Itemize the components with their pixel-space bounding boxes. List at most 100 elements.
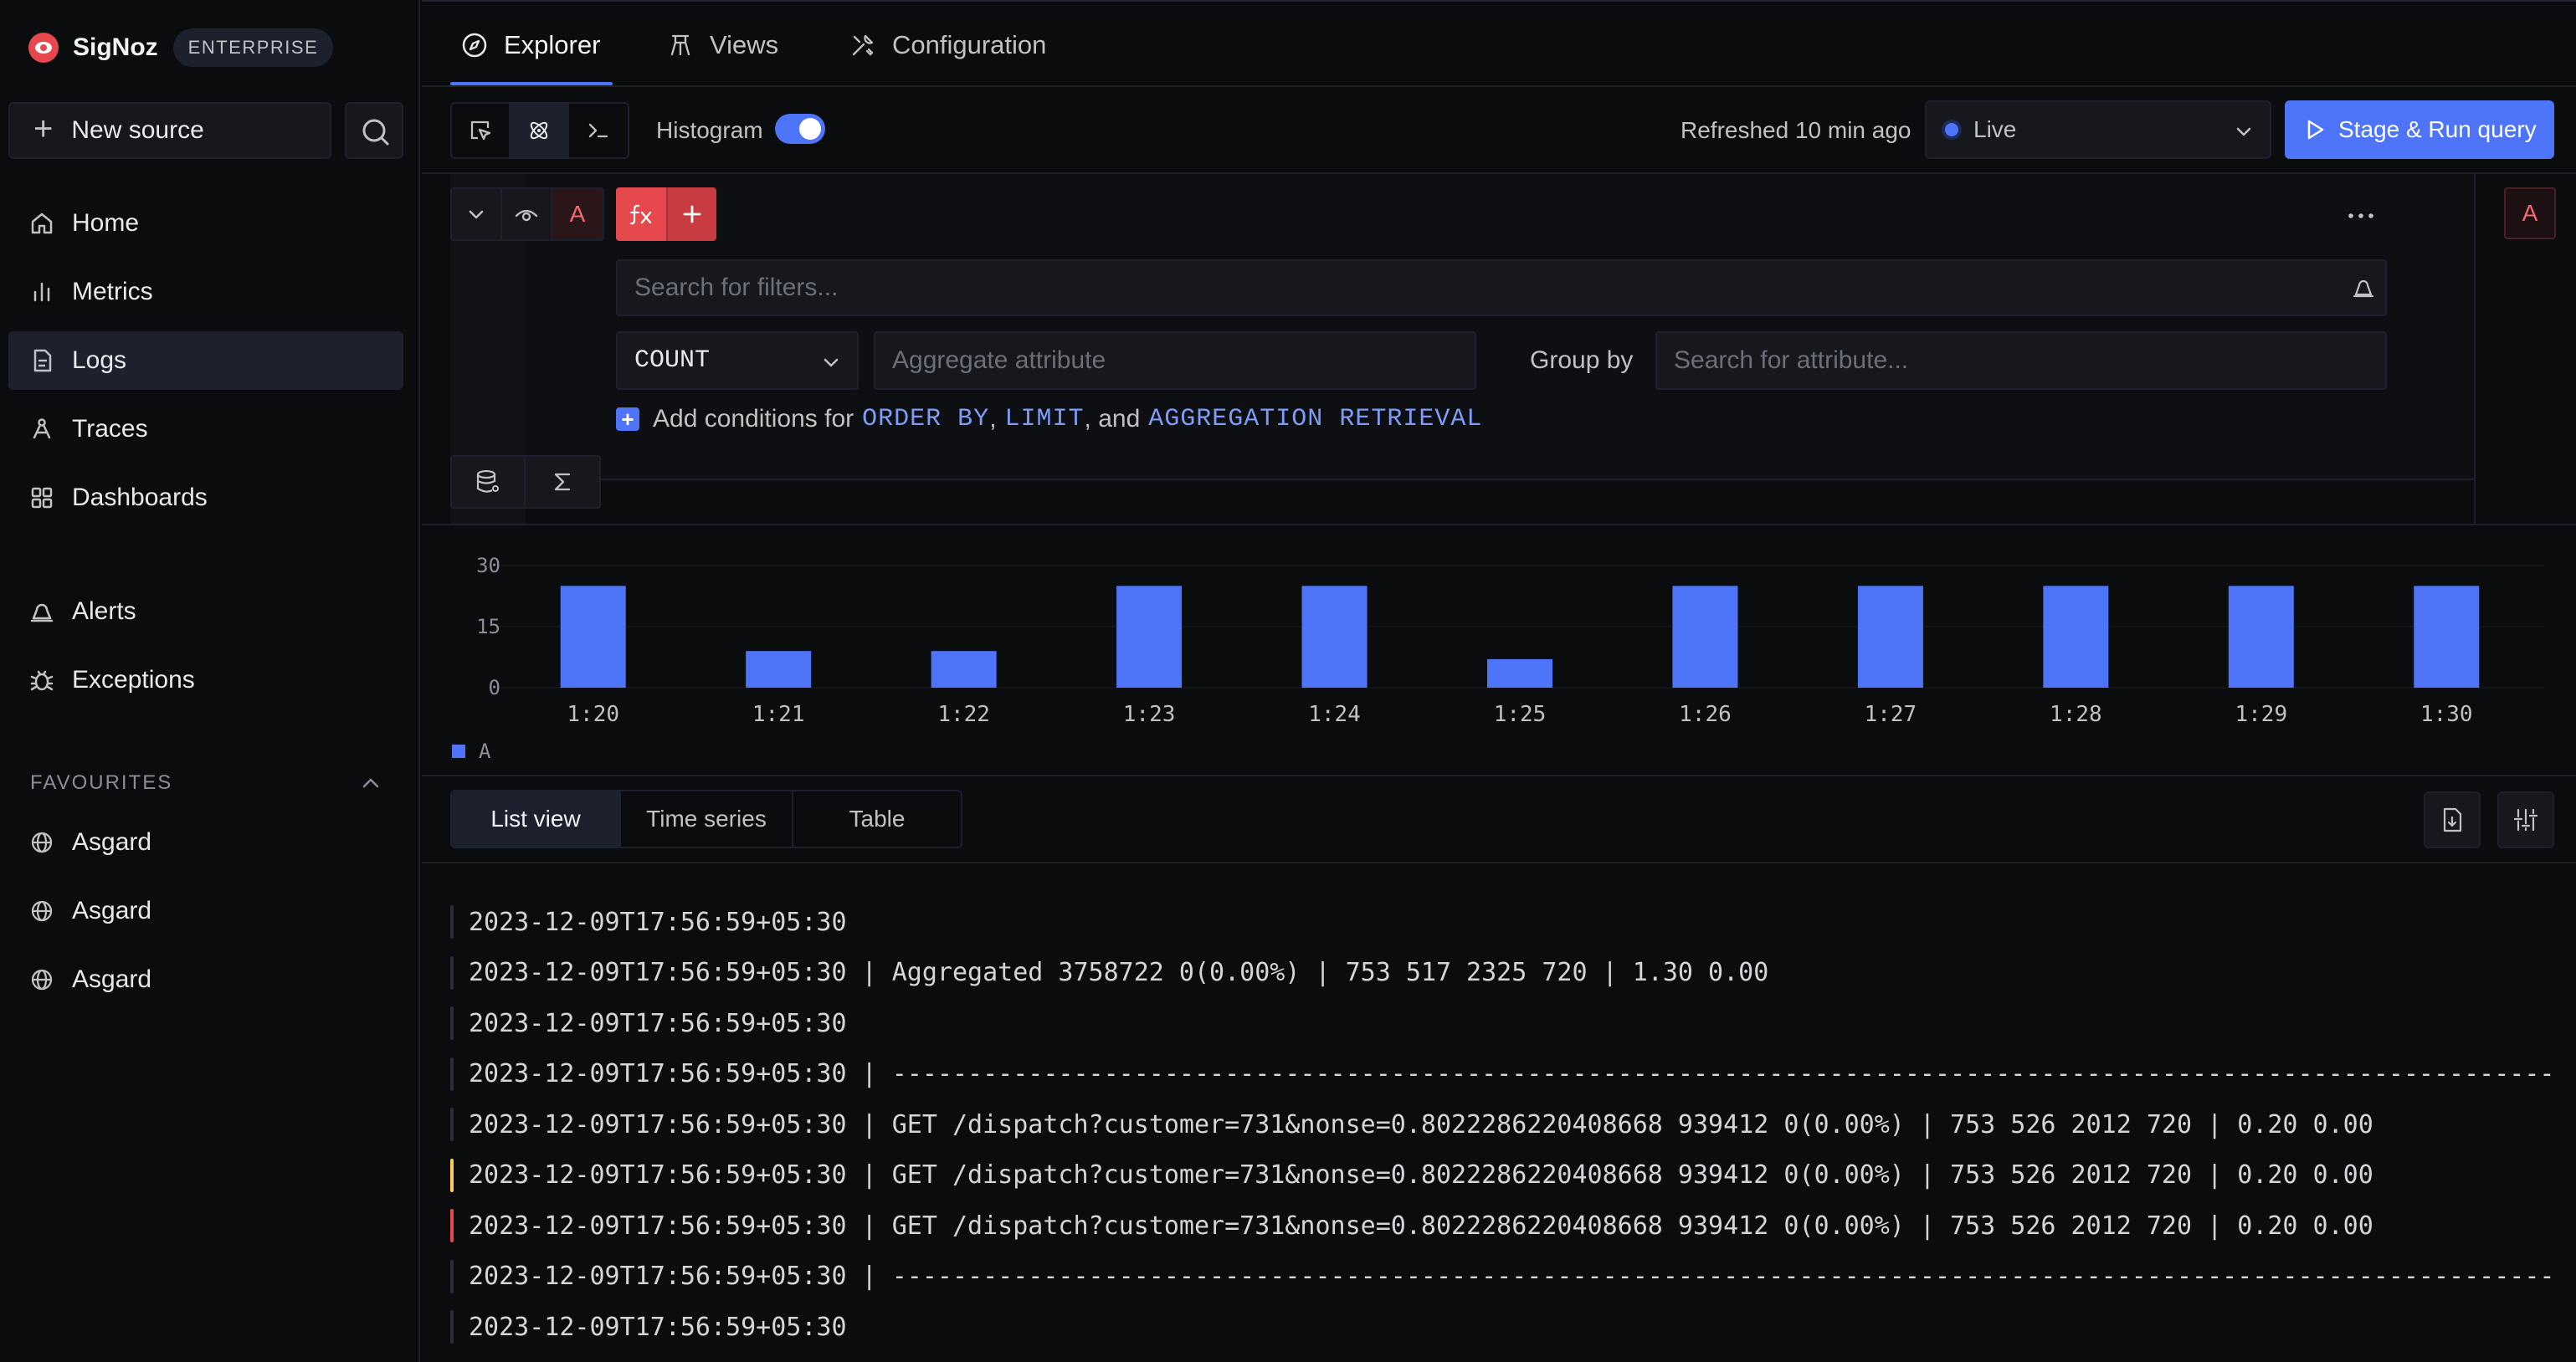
log-severity-indicator — [450, 1006, 454, 1040]
tab-label: Configuration — [892, 30, 1047, 59]
compass-icon — [462, 33, 487, 58]
histogram-bar — [2228, 586, 2294, 688]
collapse-query-button[interactable] — [452, 189, 502, 239]
log-row[interactable]: 2023-12-09T17:56:59+05:30 | GET /dispatc… — [450, 1157, 2373, 1194]
query-editor-mode-button[interactable] — [569, 104, 628, 157]
favourite-item[interactable]: Asgard — [8, 950, 403, 1009]
log-row[interactable]: 2023-12-09T17:56:59+05:30 — [450, 1005, 847, 1042]
favourite-item[interactable]: Asgard — [8, 813, 403, 872]
tab-views[interactable]: Views — [666, 2, 778, 89]
log-row[interactable]: 2023-12-09T17:56:59+05:30 — [450, 904, 847, 940]
histogram-bar — [1857, 586, 1923, 688]
favourites-label: FAVOURITES — [30, 771, 173, 794]
format-options-button[interactable] — [2497, 791, 2554, 848]
histogram-toggle[interactable] — [775, 114, 825, 144]
top-tab-bar: Explorer Views Configuration — [422, 0, 2576, 87]
group-by-input[interactable] — [1655, 331, 2387, 390]
stage-run-query-button[interactable]: Stage & Run query — [2285, 100, 2554, 159]
sidebar-item-dashboards[interactable]: Dashboards — [8, 469, 403, 527]
comma-text: , — [989, 405, 997, 433]
aggregate-attribute-input[interactable] — [874, 331, 1476, 390]
sidebar-item-exceptions[interactable]: Exceptions — [8, 651, 403, 709]
log-row[interactable]: 2023-12-09T17:56:59+05:30 | GET /dispatc… — [450, 1106, 2373, 1143]
terminal-icon — [588, 123, 608, 138]
brand-name: SigNoz — [73, 33, 158, 61]
log-text: 2023-12-09T17:56:59+05:30 | GET /dispatc… — [469, 1160, 2373, 1190]
sigma-icon — [554, 473, 571, 491]
x-tick-label: 1:20 — [567, 702, 619, 727]
log-row[interactable]: 2023-12-09T17:56:59+05:30 | ------------… — [450, 1056, 2555, 1093]
more-options-button[interactable] — [2347, 196, 2375, 228]
tab-list-view[interactable]: List view — [452, 791, 621, 847]
sidebar-item-home[interactable]: Home — [8, 194, 403, 253]
bar-chart-icon — [33, 282, 50, 302]
limit-keyword[interactable]: LIMIT — [1005, 405, 1085, 433]
favourites-header[interactable]: FAVOURITES — [30, 771, 382, 795]
x-tick-label: 1:30 — [2420, 702, 2473, 727]
new-source-label: New source — [71, 116, 204, 144]
group-by-label: Group by — [1530, 346, 1634, 374]
tab-configuration[interactable]: Configuration — [849, 2, 1046, 89]
atom-icon — [530, 121, 548, 140]
traces-icon — [33, 418, 51, 439]
sidebar-search-button[interactable] — [345, 102, 403, 159]
log-text: 2023-12-09T17:56:59+05:30 — [469, 1312, 847, 1342]
sidebar-item-label: Home — [72, 209, 140, 237]
log-row[interactable]: 2023-12-09T17:56:59+05:30 — [450, 1308, 847, 1345]
new-source-button[interactable]: + New source — [8, 102, 331, 159]
order-by-keyword[interactable]: ORDER BY — [862, 405, 989, 433]
tab-table[interactable]: Table — [793, 791, 961, 847]
x-tick-label: 1:26 — [1679, 702, 1732, 727]
query-a-shortcut[interactable]: A — [2504, 187, 2556, 239]
add-query-button[interactable] — [666, 187, 716, 241]
log-severity-indicator — [450, 1209, 454, 1242]
query-name-badge[interactable]: A — [552, 189, 603, 239]
view-switcher-bar: List view Time series Table — [422, 776, 2576, 863]
y-tick-label: 0 — [489, 676, 500, 699]
eye-icon — [515, 209, 538, 222]
alert-bell-icon — [30, 603, 54, 622]
tab-time-series[interactable]: Time series — [621, 791, 793, 847]
x-tick-label: 1:25 — [1494, 702, 1547, 727]
view-tabs: List view Time series Table — [450, 790, 962, 848]
query-builder-mode-button[interactable] — [511, 104, 569, 157]
quick-filter-mode-button[interactable] — [452, 104, 511, 157]
refreshed-status: Refreshed 10 min ago — [1681, 117, 1911, 143]
log-row[interactable]: 2023-12-09T17:56:59+05:30 | GET /dispatc… — [450, 1207, 2373, 1244]
favourite-item[interactable]: Asgard — [8, 882, 403, 940]
query-builder: A A COUNT Group by + Add conditions for … — [422, 174, 2576, 525]
filter-options-icon[interactable] — [2352, 276, 2375, 300]
brand[interactable]: SigNoz ENTERPRISE — [28, 28, 334, 67]
time-range-select[interactable]: Live — [1925, 100, 2271, 159]
sidebar-item-traces[interactable]: Traces — [8, 400, 403, 458]
aggregation-button[interactable] — [526, 457, 599, 507]
histogram-bar — [560, 586, 626, 688]
log-row[interactable]: 2023-12-09T17:56:59+05:30 | Aggregated 3… — [450, 955, 1768, 991]
sidebar-item-alerts[interactable]: Alerts — [8, 582, 403, 641]
aggregate-operator-select[interactable]: COUNT — [616, 331, 859, 390]
log-severity-indicator — [450, 905, 454, 939]
formula-button[interactable] — [616, 187, 666, 241]
sidebar-item-logs[interactable]: Logs — [8, 331, 403, 390]
formula-controls — [616, 187, 716, 241]
histogram-bar — [1301, 586, 1368, 688]
aggregation-retrieval-keyword[interactable]: AGGREGATION RETRIEVAL — [1148, 405, 1482, 433]
add-conditions-plus-icon[interactable]: + — [616, 407, 639, 431]
legend-swatch — [452, 745, 465, 758]
sidebar-item-label: Logs — [72, 346, 127, 374]
live-indicator-icon — [1945, 123, 1958, 136]
add-conditions-row[interactable]: + Add conditions for ORDER BY , LIMIT , … — [616, 405, 1489, 433]
download-button[interactable] — [2424, 791, 2481, 848]
function-icon — [629, 204, 652, 225]
tab-label: Views — [710, 30, 779, 59]
sidebar-item-metrics[interactable]: Metrics — [8, 263, 403, 321]
views-icon — [670, 34, 690, 56]
tab-explorer[interactable]: Explorer — [460, 2, 600, 89]
search-filters-input[interactable] — [616, 259, 2387, 316]
query-mode-switcher — [450, 102, 629, 159]
toggle-visibility-button[interactable] — [502, 189, 552, 239]
data-source-button[interactable] — [452, 457, 526, 507]
query-panel — [526, 174, 2474, 480]
chevron-up-icon[interactable] — [360, 775, 382, 791]
log-row[interactable]: 2023-12-09T17:56:59+05:30 | ------------… — [450, 1258, 2555, 1295]
